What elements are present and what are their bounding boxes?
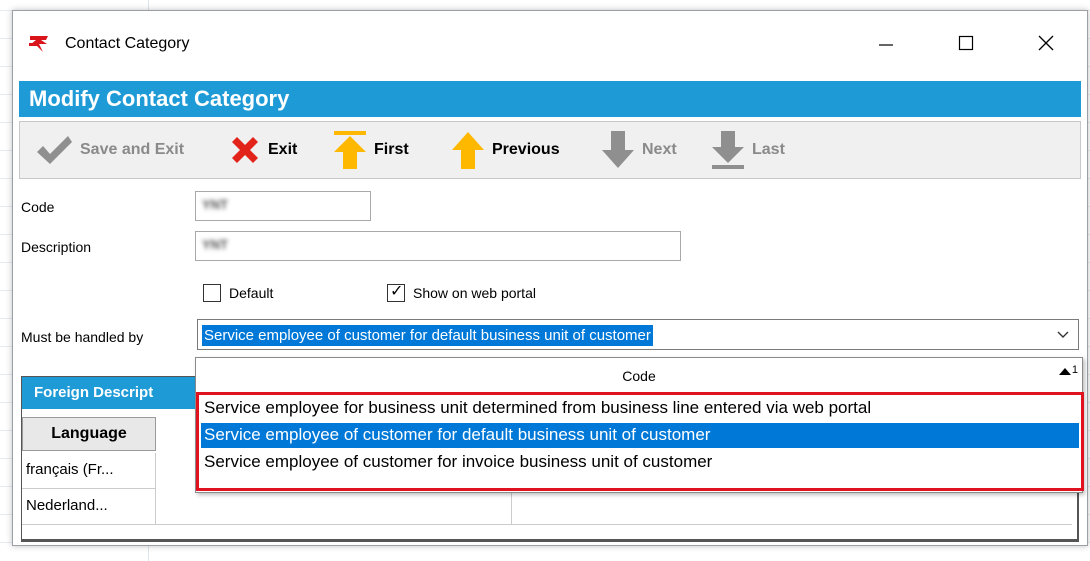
dropdown-options-list: Service employee for business unit deter… bbox=[196, 392, 1084, 491]
table-row-language[interactable]: Nederland... bbox=[22, 489, 156, 525]
handled-by-label: Must be handled by bbox=[21, 329, 144, 345]
default-label: Default bbox=[229, 285, 274, 301]
close-button[interactable] bbox=[1023, 25, 1069, 61]
sort-ascending-icon bbox=[1058, 368, 1071, 375]
next-button[interactable]: Next bbox=[600, 131, 677, 168]
minimize-icon bbox=[879, 44, 893, 46]
sort-indicator[interactable]: 1 bbox=[1058, 364, 1078, 376]
web-portal-label: Show on web portal bbox=[413, 285, 536, 301]
last-button[interactable]: Last bbox=[710, 131, 785, 169]
next-label: Next bbox=[642, 141, 677, 158]
dropdown-column-label: Code bbox=[622, 367, 656, 384]
previous-label: Previous bbox=[492, 141, 560, 158]
window-title: Contact Category bbox=[65, 35, 190, 52]
contact-category-window: Contact Category Modify Contact Category… bbox=[12, 10, 1088, 546]
handled-by-dropdown: Code 1 Service employee for business uni… bbox=[195, 357, 1084, 493]
exit-label: Exit bbox=[268, 141, 298, 158]
language-cell: français (Fr... bbox=[26, 461, 114, 478]
sort-order-number: 1 bbox=[1071, 364, 1078, 376]
minimize-button[interactable] bbox=[863, 25, 909, 61]
foreign-descriptions-header: Foreign Descript bbox=[22, 377, 202, 409]
dropdown-option-label: Service employee for business unit deter… bbox=[204, 398, 872, 417]
handled-by-select[interactable]: Service employee of customer for default… bbox=[197, 319, 1079, 350]
title-bar: Contact Category bbox=[13, 11, 1087, 73]
close-icon bbox=[1038, 35, 1054, 51]
code-field[interactable]: YNT bbox=[195, 191, 371, 221]
save-and-exit-label: Save and Exit bbox=[80, 141, 185, 158]
previous-button[interactable]: Previous bbox=[450, 132, 560, 169]
code-value: YNT bbox=[202, 197, 228, 212]
dropdown-column-header[interactable]: Code 1 bbox=[196, 358, 1082, 394]
up-arrow-icon bbox=[452, 132, 484, 169]
dropdown-option-label: Service employee of customer for invoice… bbox=[204, 452, 713, 471]
first-record-icon bbox=[334, 131, 366, 169]
default-checkbox[interactable] bbox=[203, 284, 221, 302]
first-button[interactable]: First bbox=[332, 131, 409, 169]
app-logo-icon bbox=[29, 36, 48, 52]
page-header: Modify Contact Category bbox=[19, 81, 1081, 117]
dropdown-option[interactable]: Service employee for business unit deter… bbox=[201, 396, 1079, 421]
web-portal-checkbox[interactable]: ✓ bbox=[387, 283, 405, 302]
table-cell[interactable] bbox=[512, 489, 1072, 525]
default-checkbox-row[interactable]: Default bbox=[203, 284, 273, 302]
save-and-exit-button[interactable]: Save and Exit bbox=[34, 132, 184, 168]
dropdown-option-selected[interactable]: Service employee of customer for default… bbox=[201, 423, 1079, 448]
code-label: Code bbox=[21, 199, 55, 215]
description-label: Description bbox=[21, 239, 92, 255]
description-value: YNT bbox=[202, 237, 228, 252]
page-title: Modify Contact Category bbox=[29, 86, 290, 111]
last-record-icon bbox=[712, 131, 744, 169]
web-portal-checkbox-row[interactable]: ✓ Show on web portal bbox=[387, 283, 536, 302]
table-row-language[interactable]: français (Fr... bbox=[22, 453, 156, 489]
dropdown-option[interactable]: Service employee of customer for invoice… bbox=[201, 450, 1079, 475]
checkmark-icon bbox=[37, 136, 72, 164]
description-field[interactable]: YNT bbox=[195, 231, 681, 261]
table-cell[interactable] bbox=[156, 489, 512, 525]
language-cell: Nederland... bbox=[26, 497, 108, 514]
checkmark-icon: ✓ bbox=[390, 283, 404, 300]
handled-by-selected-value: Service employee of customer for default… bbox=[202, 325, 653, 346]
down-arrow-icon bbox=[602, 131, 634, 168]
last-label: Last bbox=[752, 141, 785, 158]
first-label: First bbox=[374, 141, 409, 158]
exit-button[interactable]: Exit bbox=[228, 132, 297, 168]
language-column-label: Language bbox=[51, 425, 127, 442]
chevron-down-icon[interactable] bbox=[1056, 328, 1070, 340]
maximize-button[interactable] bbox=[943, 25, 989, 61]
dropdown-option-label: Service employee of customer for default… bbox=[204, 425, 711, 444]
toolbar: Save and Exit Exit First Previous Next L… bbox=[19, 121, 1081, 179]
language-column-header[interactable]: Language bbox=[22, 417, 156, 451]
red-x-icon bbox=[232, 137, 258, 163]
maximize-icon bbox=[958, 35, 974, 51]
